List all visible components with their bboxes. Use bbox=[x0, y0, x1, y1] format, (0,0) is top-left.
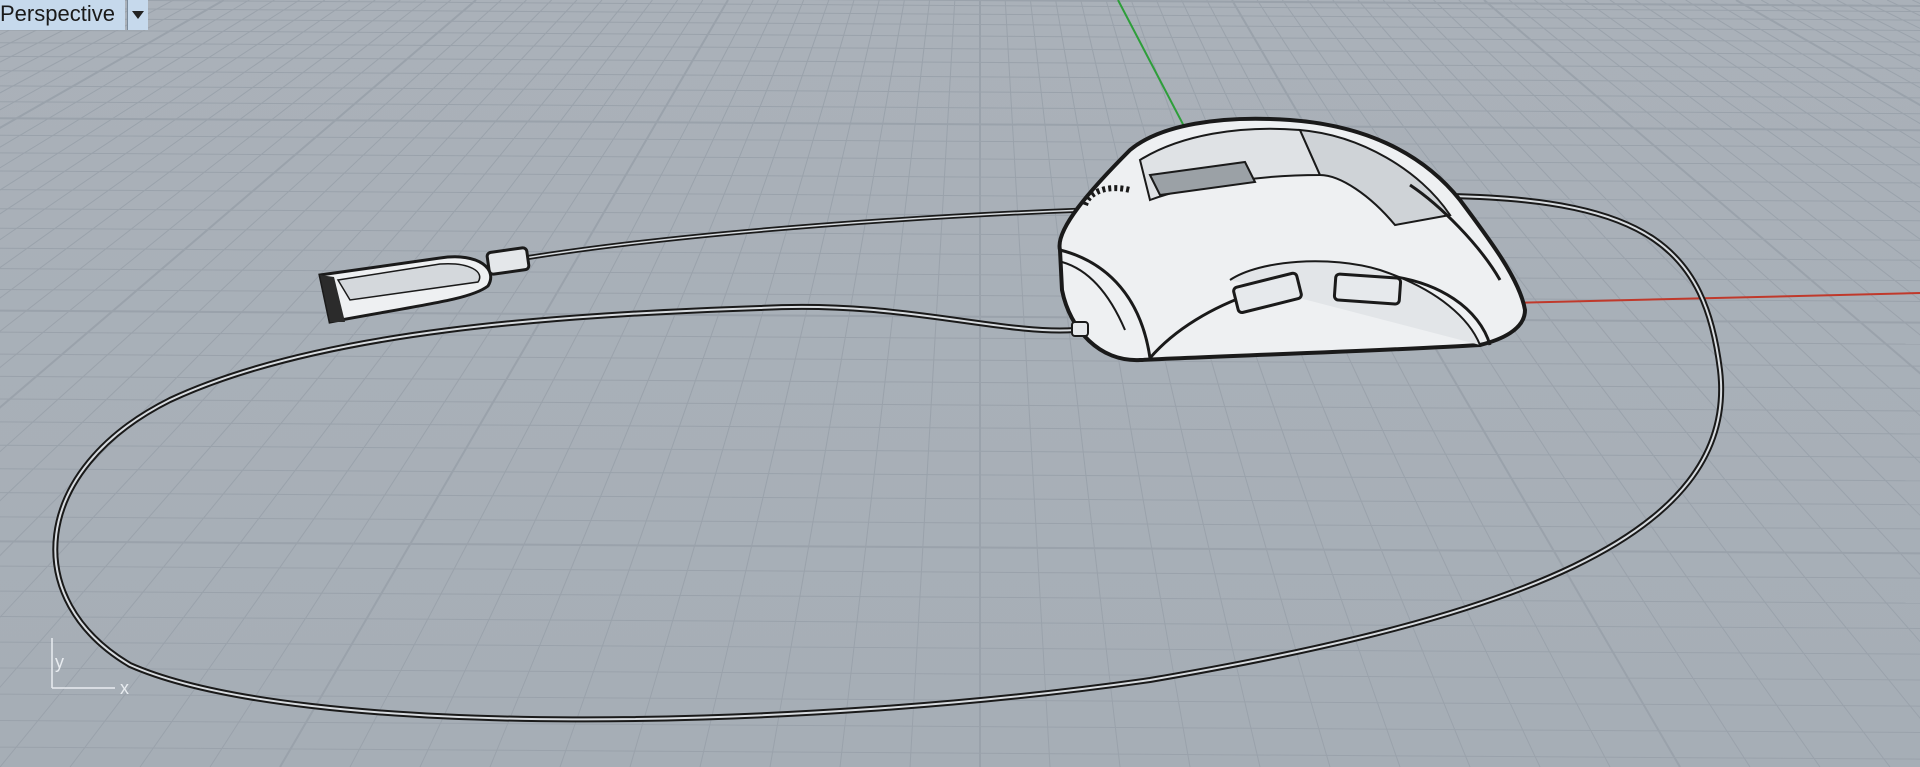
perspective-viewport[interactable]: x y Perspective bbox=[0, 0, 1920, 767]
gizmo-y-label: y bbox=[55, 652, 64, 672]
world-y-axis bbox=[1117, 0, 1187, 131]
viewport-title-bar[interactable]: Perspective bbox=[0, 0, 148, 30]
viewport-canvas[interactable]: x y bbox=[0, 0, 1920, 767]
viewport-title[interactable]: Perspective bbox=[0, 0, 125, 30]
gizmo-x-label: x bbox=[120, 678, 129, 698]
chevron-down-icon[interactable] bbox=[126, 0, 148, 30]
usb-dongle[interactable] bbox=[318, 246, 531, 324]
usb-cable[interactable] bbox=[524, 207, 1086, 261]
mouse-model[interactable] bbox=[1057, 116, 1528, 363]
construction-grid bbox=[0, 0, 1920, 767]
